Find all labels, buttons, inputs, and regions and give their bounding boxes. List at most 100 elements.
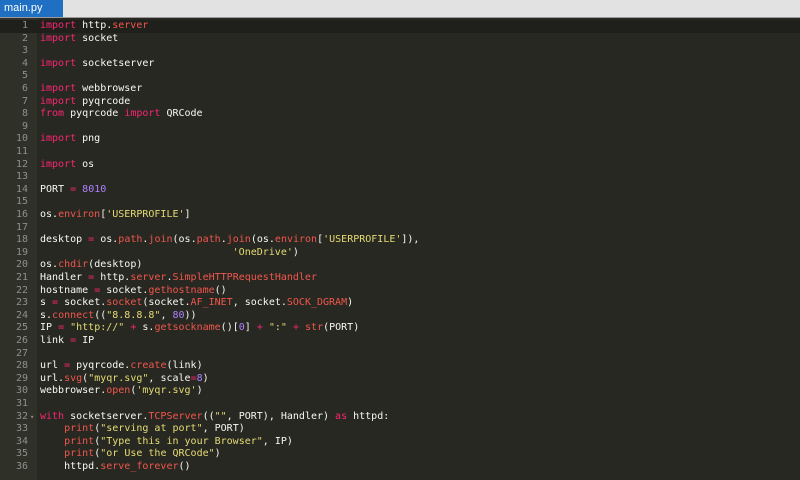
code-text: print("Type this in your Browser", IP)	[40, 436, 293, 449]
code-token: server	[130, 272, 167, 283]
code-token: IP	[40, 322, 59, 334]
tab-bar: main.py	[0, 0, 800, 18]
code-token: socketserver.	[64, 410, 149, 422]
line-number: 25	[15, 322, 28, 334]
code-line[interactable]: 28 url = pyqrcode.create(link)	[0, 360, 800, 373]
code-editor[interactable]: 1 import http.server 2 import socket 3 4 impor…	[0, 18, 800, 480]
code-token: print	[64, 448, 95, 460]
code-line[interactable]: 9	[0, 121, 800, 134]
code-token: AF_INET	[190, 297, 233, 309]
code-token: ":"	[268, 322, 287, 334]
code-token: ((	[94, 309, 107, 321]
code-line[interactable]: 1 import http.server	[0, 20, 800, 33]
code-token: )	[196, 385, 203, 397]
code-text: print("serving at port", PORT)	[40, 423, 245, 436]
code-area[interactable]: 1 import http.server 2 import socket 3 4 impor…	[0, 18, 800, 480]
code-text: httpd.serve_forever()	[40, 461, 190, 474]
fold-arrow-icon[interactable]: ▾	[30, 411, 34, 424]
code-text: import os	[40, 159, 94, 172]
code-token: QRCode	[160, 108, 203, 120]
line-number: 27	[15, 347, 28, 359]
code-token: import	[40, 32, 77, 44]
code-line[interactable]: 12 import os	[0, 159, 800, 172]
code-token: socket.	[58, 297, 107, 309]
code-line[interactable]: 18 desktop = os.path.join(os.path.join(os…	[0, 234, 800, 247]
code-text: link = IP	[40, 335, 94, 348]
code-text: s = socket.socket(socket.AF_INET, socket…	[40, 297, 353, 310]
code-line[interactable]: 33 print("serving at port", PORT)	[0, 423, 800, 436]
code-token: SOCK_DGRAM	[286, 297, 348, 309]
code-text: import webbrowser	[40, 83, 142, 96]
code-line[interactable]: 14 PORT = 8010	[0, 184, 800, 197]
code-token: "serving at port"	[100, 423, 203, 435]
line-number: 13	[15, 171, 28, 183]
line-number: 11	[15, 146, 28, 157]
tab-main-py[interactable]: main.py	[0, 0, 63, 17]
code-line[interactable]: 4 import socketserver	[0, 58, 800, 71]
code-line[interactable]: 27	[0, 348, 800, 361]
code-line[interactable]: 16 os.environ['USERPROFILE']	[0, 209, 800, 222]
code-line[interactable]: 34 print("Type this in your Browser", IP…	[0, 436, 800, 449]
code-token: link	[40, 335, 71, 346]
code-line[interactable]: 32 ▾ with socketserver.TCPServer(("", PORT…	[0, 411, 800, 424]
code-token: PORT	[40, 183, 71, 195]
code-line[interactable]: 6 import webbrowser	[0, 83, 800, 96]
code-line[interactable]: 7 import pyqrcode	[0, 96, 800, 109]
code-line[interactable]: 26 link = IP	[0, 335, 800, 348]
code-line[interactable]: 29 url.svg("myqr.svg", scale=8)	[0, 373, 800, 386]
code-token: IP	[76, 335, 95, 346]
code-line[interactable]: 24 s.connect(("8.8.8.8", 80))	[0, 310, 800, 323]
code-token: , socket.	[232, 297, 287, 309]
code-line[interactable]: 31	[0, 398, 800, 411]
line-number: 23	[15, 297, 28, 309]
line-number: 4	[21, 57, 28, 69]
code-token: Handler	[40, 272, 89, 283]
code-line[interactable]: 21 Handler = http.server.SimpleHTTPReques…	[0, 272, 800, 285]
code-token: str	[305, 322, 324, 334]
code-token: open	[106, 385, 131, 397]
code-token: webbrowser.	[40, 385, 107, 397]
code-line[interactable]: 35 print("or Use the QRCode")	[0, 448, 800, 461]
code-text: import pyqrcode	[40, 96, 130, 109]
code-line[interactable]: 19 'OneDrive')	[0, 247, 800, 260]
code-token: os.	[40, 209, 59, 220]
code-token: , scale	[148, 372, 191, 384]
code-line[interactable]: 17	[0, 222, 800, 235]
code-token: )	[347, 297, 354, 309]
code-line[interactable]: 22 hostname = socket.gethostname()	[0, 285, 800, 298]
code-token: environ	[274, 234, 318, 246]
code-token: webbrowser	[76, 83, 143, 94]
code-line[interactable]: 5	[0, 70, 800, 83]
code-line[interactable]: 23 s = socket.socket(socket.AF_INET, sock…	[0, 297, 800, 310]
code-token: http.	[76, 20, 113, 31]
code-text: import png	[40, 133, 100, 146]
code-token: "http://"	[70, 322, 125, 334]
code-line[interactable]: 20 os.chdir(desktop)	[0, 259, 800, 272]
code-line[interactable]: 3	[0, 45, 800, 58]
code-line[interactable]: 36 httpd.serve_forever()	[0, 461, 800, 474]
code-line[interactable]: 25 IP = "http://" + s.getsockname()[0] + …	[0, 322, 800, 335]
code-token: , IP)	[262, 435, 293, 447]
code-token: from	[40, 108, 65, 120]
code-line[interactable]: 13	[0, 171, 800, 184]
line-number: 17	[15, 221, 28, 233]
code-text: PORT = 8010	[40, 184, 106, 197]
code-token: join	[148, 234, 173, 246]
line-number: 14	[15, 183, 28, 195]
code-line[interactable]: 2 import socket	[0, 33, 800, 46]
code-token: "myqr.svg"	[88, 372, 149, 384]
code-token: print	[64, 423, 95, 435]
code-line[interactable]: 15	[0, 196, 800, 209]
code-line[interactable]: 10 import png	[0, 133, 800, 146]
code-token: url.	[40, 372, 65, 384]
line-number: 21	[15, 272, 28, 283]
code-token: TCPServer	[148, 410, 203, 422]
line-number: 10	[15, 133, 28, 145]
code-token: socket	[76, 32, 119, 44]
code-line[interactable]: 8 from pyqrcode import QRCode	[0, 108, 800, 121]
line-number: 1	[21, 20, 28, 31]
code-line[interactable]: 11	[0, 146, 800, 159]
code-line[interactable]: 30 webbrowser.open('myqr.svg')	[0, 385, 800, 398]
